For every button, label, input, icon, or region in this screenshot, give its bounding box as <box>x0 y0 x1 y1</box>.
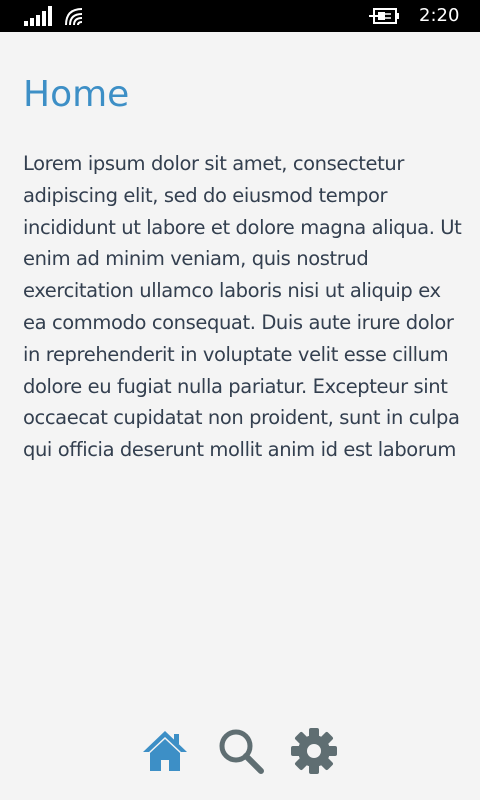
settings-nav-button[interactable] <box>289 726 339 776</box>
search-nav-button[interactable] <box>216 726 266 776</box>
battery-charging-icon <box>369 8 399 24</box>
home-icon <box>143 731 187 771</box>
wifi-icon <box>65 8 83 26</box>
gear-icon <box>291 728 337 774</box>
home-nav-button[interactable] <box>140 726 190 776</box>
status-bar: 2:20 <box>0 0 480 32</box>
search-icon <box>219 729 264 774</box>
body-text: Lorem ipsum dolor sit amet, consectetur … <box>23 152 462 462</box>
page-title: Home <box>23 74 130 115</box>
bottom-navigation <box>0 700 480 800</box>
status-time: 2:20 <box>419 5 460 26</box>
signal-strength-icon <box>24 6 54 26</box>
